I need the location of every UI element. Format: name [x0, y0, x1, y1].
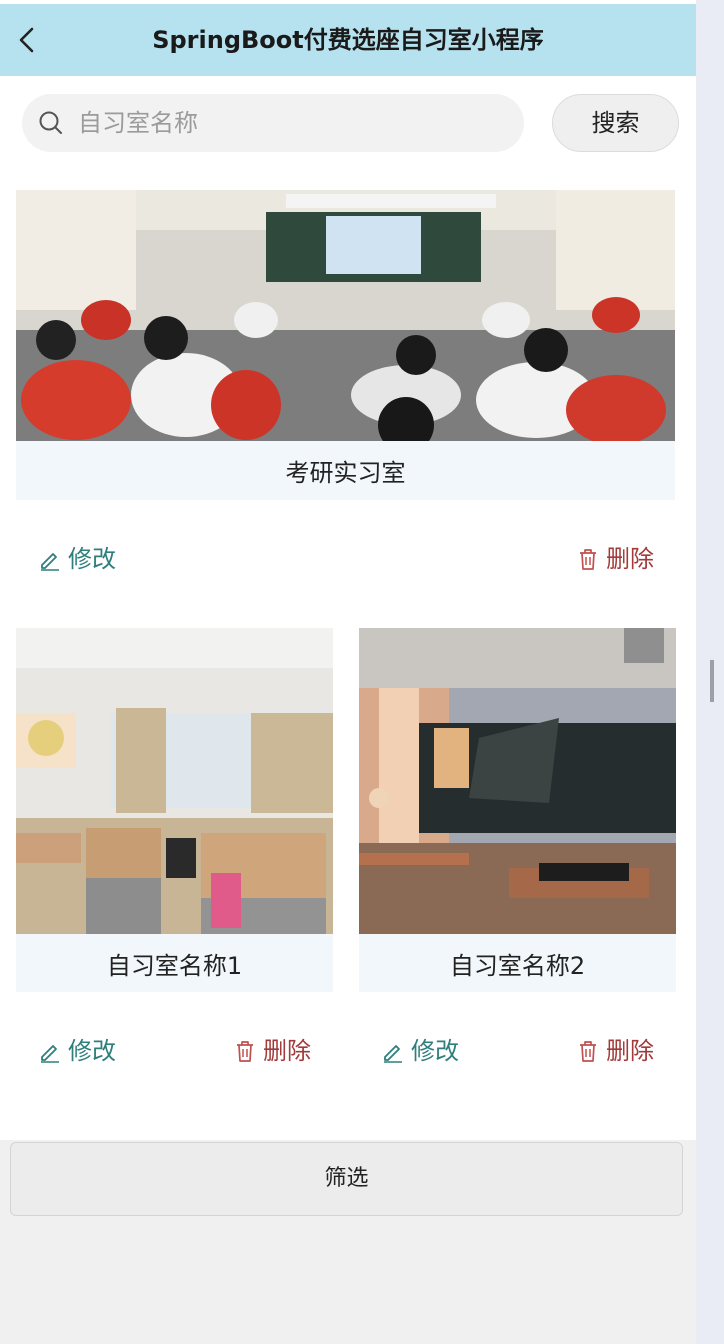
filter-button[interactable]: 筛选 [10, 1142, 683, 1216]
room-name: 考研实习室 [285, 459, 406, 487]
app-screen: SpringBoot付费选座自习室小程序 搜索 [0, 0, 696, 1344]
trash-icon [237, 1041, 253, 1062]
edit-button[interactable]: 修改 [38, 542, 116, 576]
room-image [16, 190, 675, 441]
edit-label: 修改 [68, 1037, 116, 1065]
page-title: SpringBoot付费选座自习室小程序 [152, 26, 544, 54]
search-button[interactable]: 搜索 [552, 94, 679, 152]
delete-button[interactable]: 删除 [576, 542, 654, 576]
trash-icon [580, 1041, 596, 1062]
search-input[interactable] [78, 94, 508, 152]
room-card[interactable]: 自习室名称2 [359, 628, 676, 992]
delete-button[interactable]: 删除 [576, 1034, 654, 1068]
edit-label: 修改 [411, 1037, 459, 1065]
room-image [16, 628, 333, 934]
navigation-bar: SpringBoot付费选座自习室小程序 [0, 4, 696, 76]
resize-handle[interactable] [710, 660, 714, 702]
search-bar[interactable] [22, 94, 524, 152]
trash-icon [580, 549, 596, 570]
delete-label: 删除 [606, 1037, 654, 1065]
room-card[interactable]: 自习室名称1 [16, 628, 333, 992]
edit-button[interactable]: 修改 [38, 1034, 116, 1068]
room-name: 自习室名称2 [449, 952, 586, 980]
room-card[interactable]: 考研实习室 [16, 190, 675, 500]
delete-label: 删除 [606, 545, 654, 573]
edit-button[interactable]: 修改 [381, 1034, 459, 1068]
room-image [359, 628, 676, 934]
delete-label: 删除 [263, 1037, 311, 1065]
search-icon [39, 111, 62, 134]
pencil-icon [41, 1045, 59, 1063]
room-name: 自习室名称1 [106, 952, 243, 980]
pencil-icon [41, 553, 59, 571]
pencil-icon [384, 1045, 402, 1063]
delete-button[interactable]: 删除 [233, 1034, 311, 1068]
edit-label: 修改 [68, 545, 116, 573]
